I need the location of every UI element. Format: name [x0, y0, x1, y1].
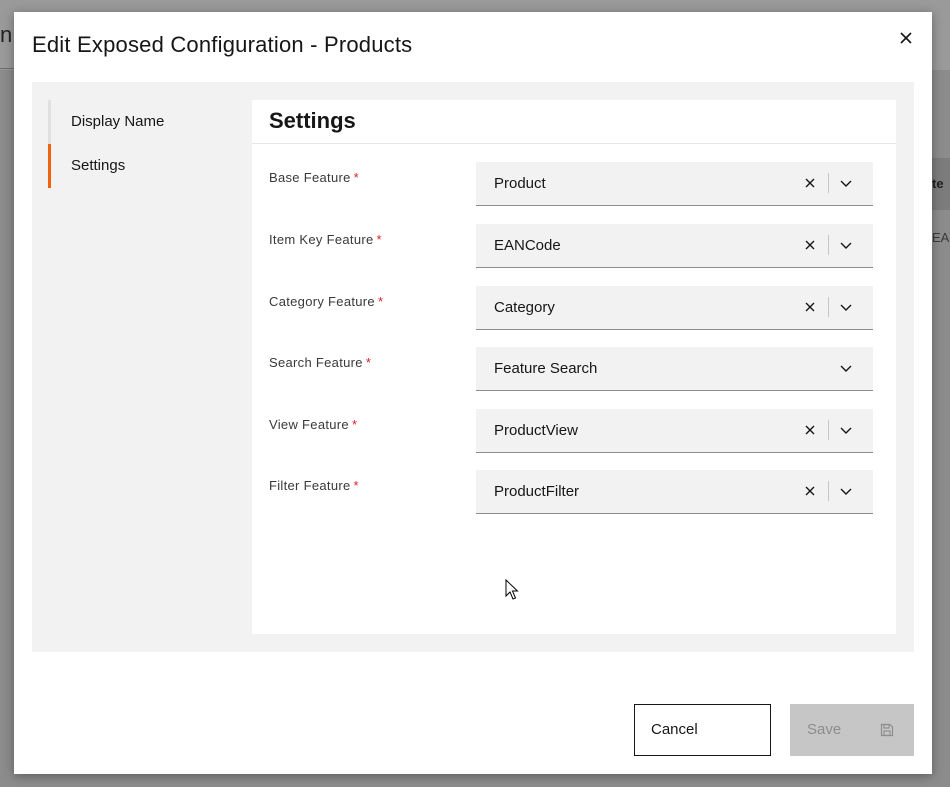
edit-configuration-modal: Edit Exposed Configuration - Products Di… [14, 12, 932, 774]
save-button[interactable]: Save [790, 704, 914, 756]
background-page-title: n [0, 22, 13, 47]
cancel-label: Cancel [651, 721, 698, 738]
select-value: Product [494, 175, 546, 192]
close-icon [900, 32, 912, 44]
select-separator [828, 173, 829, 193]
field-item-key-feature: Item Key Feature * EANCode [252, 224, 896, 268]
clear-icon[interactable] [802, 299, 818, 315]
clear-icon[interactable] [802, 237, 818, 253]
category-feature-select[interactable]: Category [476, 286, 873, 330]
select-separator [828, 420, 829, 440]
required-marker: * [376, 232, 382, 247]
panel-divider [252, 143, 896, 144]
background-column-header: te [932, 176, 944, 191]
side-nav: Display Name Settings [48, 100, 238, 188]
chevron-down-icon[interactable] [838, 175, 854, 191]
chevron-down-icon[interactable] [838, 360, 854, 376]
clear-icon[interactable] [802, 422, 818, 438]
background-table-cell: EAN [932, 230, 950, 245]
save-label: Save [807, 721, 842, 738]
field-category-feature: Category Feature * Category [252, 286, 896, 330]
nav-item-label: Settings [71, 157, 126, 174]
select-value: Feature Search [494, 360, 598, 377]
field-label: Category Feature * [269, 294, 384, 309]
save-icon [880, 723, 894, 737]
settings-panel: Settings Base Feature * Product Item Key … [252, 100, 896, 634]
search-feature-select[interactable]: Feature Search [476, 347, 873, 391]
field-label: Item Key Feature * [269, 232, 382, 247]
field-base-feature: Base Feature * Product [252, 162, 896, 206]
base-feature-select[interactable]: Product [476, 162, 873, 206]
field-label: Search Feature * [269, 355, 372, 370]
nav-item-label: Display Name [71, 113, 165, 130]
select-value: ProductView [494, 422, 578, 439]
nav-item-display-name[interactable]: Display Name [48, 100, 238, 144]
select-value: EANCode [494, 237, 561, 254]
select-separator [828, 235, 829, 255]
view-feature-select[interactable]: ProductView [476, 409, 873, 453]
select-separator [828, 297, 829, 317]
chevron-down-icon[interactable] [838, 483, 854, 499]
select-value: Category [494, 299, 555, 316]
close-button[interactable] [894, 26, 918, 50]
modal-title: Edit Exposed Configuration - Products [32, 32, 413, 57]
content-area: Display Name Settings Settings Base Feat… [32, 82, 914, 652]
panel-title: Settings [269, 108, 356, 133]
cancel-button[interactable]: Cancel [634, 704, 771, 756]
select-value: ProductFilter [494, 483, 580, 500]
mouse-cursor-icon [505, 579, 519, 600]
required-marker: * [353, 478, 359, 493]
field-label: Filter Feature * [269, 478, 359, 493]
field-filter-feature: Filter Feature * ProductFilter [252, 470, 896, 514]
clear-icon[interactable] [802, 483, 818, 499]
required-marker: * [365, 355, 372, 370]
item-key-feature-select[interactable]: EANCode [476, 224, 873, 268]
select-separator [828, 481, 829, 501]
filter-feature-select[interactable]: ProductFilter [476, 470, 873, 514]
chevron-down-icon[interactable] [838, 299, 854, 315]
field-search-feature: Search Feature * Feature Search [252, 347, 896, 391]
chevron-down-icon[interactable] [838, 422, 854, 438]
required-marker: * [377, 294, 384, 309]
nav-item-settings[interactable]: Settings [48, 144, 238, 188]
required-marker: * [353, 170, 360, 185]
clear-icon[interactable] [802, 175, 818, 191]
field-view-feature: View Feature * ProductView [252, 409, 896, 453]
field-label: Base Feature * [269, 170, 360, 185]
chevron-down-icon[interactable] [838, 237, 854, 253]
field-label: View Feature * [269, 417, 358, 432]
required-marker: * [351, 417, 358, 432]
background-divider [0, 68, 14, 69]
